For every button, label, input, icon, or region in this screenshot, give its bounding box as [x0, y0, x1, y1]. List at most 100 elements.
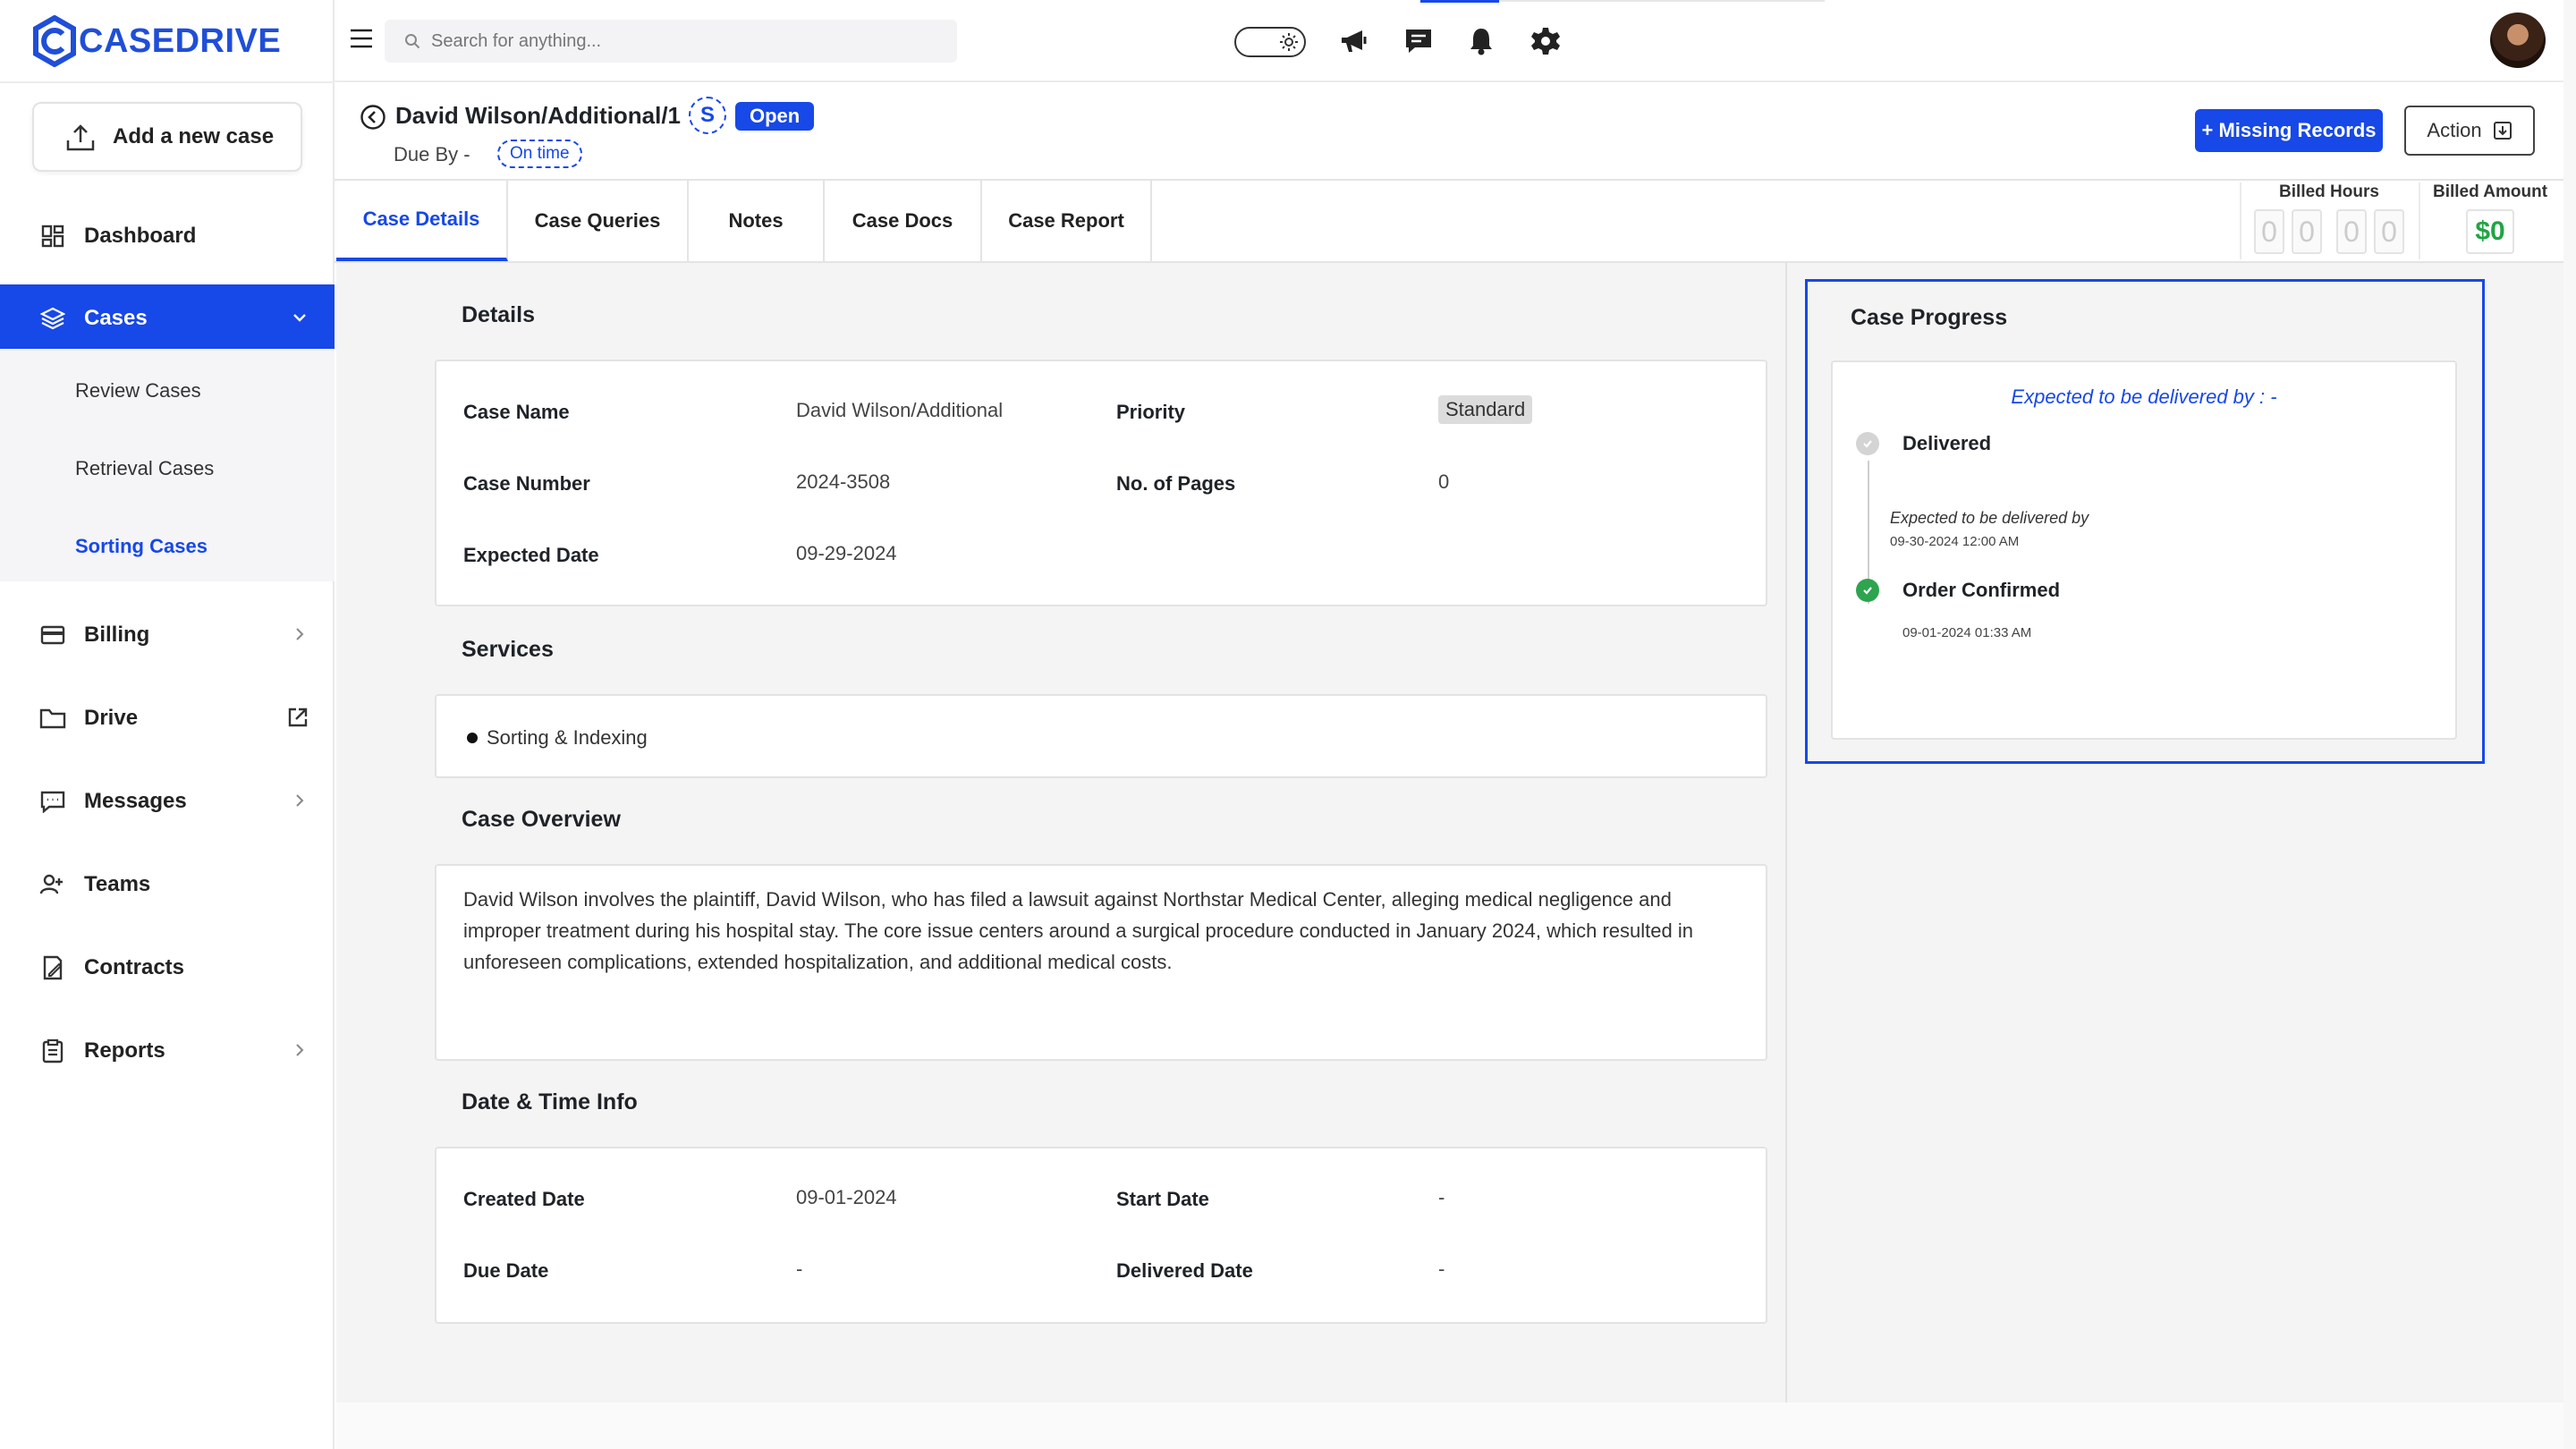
field-label: Expected Date	[463, 544, 599, 566]
sidebar-item-teams[interactable]: Teams	[0, 851, 335, 919]
tab-notes[interactable]: Notes	[689, 181, 825, 261]
timeline-step-time: 09-30-2024 12:00 AM	[1890, 534, 2020, 549]
sidebar: CASEDRIVE Add a new case Dashboard Cases…	[0, 0, 335, 1449]
service-item: Sorting & Indexing	[467, 726, 648, 750]
action-button-label: Action	[2427, 119, 2482, 141]
casedrive-logo-icon	[33, 15, 76, 67]
credit-card-icon	[39, 622, 66, 648]
start-date-value: -	[1438, 1186, 1445, 1208]
field-label: Priority	[1116, 401, 1186, 423]
notification-bell-icon[interactable]	[1465, 25, 1497, 57]
chat-icon[interactable]	[1402, 25, 1435, 57]
hours-digit: 0	[2254, 209, 2284, 254]
field-label: Due Date	[463, 1259, 549, 1282]
datetime-card: Created Date 09-01-2024 Start Date - Due…	[435, 1147, 1767, 1324]
assignee-badge[interactable]: S	[689, 97, 726, 134]
folder-icon	[39, 705, 66, 732]
missing-records-button[interactable]: + Missing Records	[2195, 109, 2383, 152]
field-label: No. of Pages	[1116, 472, 1236, 495]
search-icon	[405, 34, 420, 49]
hamburger-menu-icon[interactable]	[349, 27, 374, 50]
sidebar-item-label: Teams	[84, 872, 151, 896]
billed-amount-label: Billed Amount	[2433, 182, 2548, 201]
tab-case-report[interactable]: Case Report	[982, 181, 1152, 261]
action-export-icon	[2493, 122, 2512, 140]
created-date-value: 09-01-2024	[796, 1186, 897, 1208]
tab-case-docs[interactable]: Case Docs	[825, 181, 982, 261]
sidebar-item-cases[interactable]: Cases	[0, 284, 335, 352]
section-title-datetime: Date & Time Info	[462, 1089, 638, 1114]
divider	[0, 81, 335, 83]
sidebar-item-label: Messages	[84, 789, 187, 813]
user-avatar[interactable]	[2490, 13, 2546, 68]
page-scrollbar[interactable]	[2563, 0, 2576, 1449]
search-bar[interactable]	[385, 20, 957, 63]
progress-card: Expected to be delivered by : - Delivere…	[1831, 360, 2457, 740]
progress-column: Case Progress Expected to be delivered b…	[1785, 263, 2563, 1402]
sidebar-subitem-review-cases[interactable]: Review Cases	[75, 379, 201, 402]
pages-value: 0	[1438, 470, 1450, 493]
sidebar-item-drive[interactable]: Drive	[0, 684, 335, 752]
brand-name: CASEDRIVE	[79, 21, 282, 60]
footer-strip	[336, 1402, 2576, 1449]
details-card: Case Name David Wilson/Additional Priori…	[435, 360, 1767, 606]
brand-logo[interactable]: CASEDRIVE	[32, 13, 281, 70]
sidebar-subitem-retrieval-cases[interactable]: Retrieval Cases	[75, 457, 214, 480]
theme-toggle[interactable]	[1234, 27, 1306, 57]
chevron-right-icon	[296, 1044, 304, 1056]
timeline-step-note: Expected to be delivered by	[1890, 509, 2089, 527]
check-circle-icon	[1856, 579, 1879, 602]
case-details-panel: Details Case Name David Wilson/Additiona…	[336, 263, 2563, 1402]
search-input[interactable]	[431, 30, 950, 52]
message-icon	[39, 788, 66, 815]
field-label: Delivered Date	[1116, 1259, 1253, 1282]
hours-digit: 0	[2336, 209, 2367, 254]
sidebar-item-label: Dashboard	[84, 224, 197, 248]
delivered-date-value: -	[1438, 1258, 1445, 1280]
sidebar-item-messages[interactable]: Messages	[0, 767, 335, 835]
section-title-overview: Case Overview	[462, 807, 621, 832]
chevron-right-icon	[296, 628, 304, 640]
contract-icon	[39, 954, 66, 981]
sidebar-item-label: Reports	[84, 1038, 165, 1063]
clipboard-icon	[39, 1038, 66, 1064]
sidebar-item-label: Cases	[84, 306, 148, 330]
tab-case-details[interactable]: Case Details	[336, 181, 508, 261]
sidebar-item-contracts[interactable]: Contracts	[0, 934, 335, 1002]
field-label: Created Date	[463, 1188, 585, 1210]
sidebar-subitem-sorting-cases[interactable]: Sorting Cases	[75, 535, 208, 558]
sidebar-item-dashboard[interactable]: Dashboard	[0, 202, 335, 270]
back-arrow-icon[interactable]	[360, 104, 386, 131]
loading-track	[1499, 0, 1825, 2]
timeline-step-order-confirmed: Order Confirmed	[1902, 579, 2061, 601]
sun-icon	[1280, 33, 1298, 51]
billed-hours-counter: 0 0 0 0	[2254, 209, 2404, 254]
hours-digit: 0	[2292, 209, 2322, 254]
users-icon	[39, 871, 66, 898]
status-badge: Open	[735, 102, 815, 131]
timeliness-badge: On time	[497, 140, 582, 168]
timeline-step-time: 09-01-2024 01:33 AM	[1902, 625, 2032, 640]
details-column: Details Case Name David Wilson/Additiona…	[336, 263, 1785, 1402]
add-case-label: Add a new case	[113, 124, 275, 148]
bullet-icon	[467, 733, 478, 743]
case-title: David Wilson/Additional/1	[395, 102, 682, 129]
priority-badge: Standard	[1438, 395, 1533, 424]
services-card: Sorting & Indexing	[435, 694, 1767, 778]
chevron-down-icon	[293, 314, 306, 322]
sidebar-item-reports[interactable]: Reports	[0, 1017, 335, 1085]
settings-gear-icon[interactable]	[1530, 25, 1562, 57]
overview-text: David Wilson involves the plaintiff, Dav…	[463, 888, 1693, 973]
field-label: Start Date	[1116, 1188, 1209, 1210]
action-button[interactable]: Action	[2404, 106, 2535, 156]
section-title-details: Details	[462, 302, 535, 327]
layers-icon	[39, 305, 66, 332]
sidebar-item-label: Contracts	[84, 955, 185, 979]
add-case-button[interactable]: Add a new case	[32, 102, 302, 172]
service-label: Sorting & Indexing	[487, 726, 648, 749]
sidebar-item-billing[interactable]: Billing	[0, 601, 335, 669]
announcement-icon[interactable]	[1338, 25, 1370, 57]
external-link-icon[interactable]	[286, 706, 309, 729]
tab-case-queries[interactable]: Case Queries	[508, 181, 689, 261]
due-by-label: Due By -	[394, 143, 470, 165]
